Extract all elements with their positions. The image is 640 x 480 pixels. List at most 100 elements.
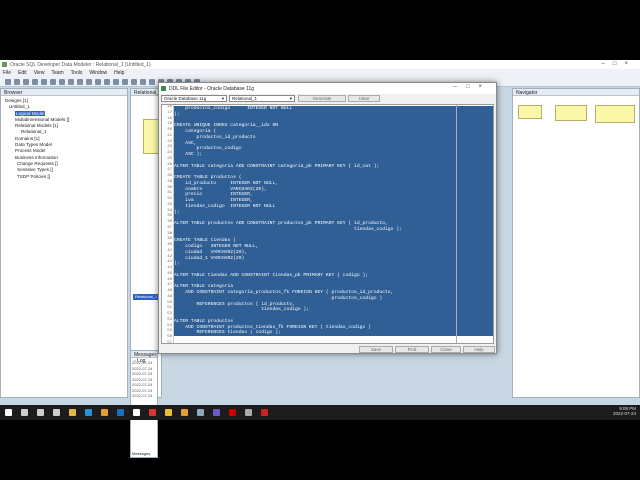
sticky-notes-icon[interactable] bbox=[165, 409, 172, 416]
acrobat-icon[interactable] bbox=[229, 409, 236, 416]
toolbar-button-icon[interactable] bbox=[86, 79, 92, 85]
tree-item-label: Process Model bbox=[15, 148, 46, 154]
tab-relational[interactable]: Relational_1 bbox=[131, 89, 162, 96]
app-icon[interactable] bbox=[197, 409, 204, 416]
toolbar-button-icon[interactable] bbox=[113, 79, 119, 85]
edge-icon[interactable] bbox=[85, 409, 92, 416]
code-area[interactable]: productos_codigo INTEGER NOT NULL); CREAT… bbox=[174, 106, 493, 343]
toolbar-button-icon[interactable] bbox=[131, 79, 137, 85]
log-list: 2022-07-24 2022-07-24 2022-07-24 2022-07-24… bbox=[131, 358, 157, 401]
ddl-icon bbox=[161, 86, 166, 91]
tree-item-label: TSDP Policies [] bbox=[17, 173, 51, 179]
task-view-icon[interactable] bbox=[53, 409, 60, 416]
tab-messages[interactable]: Messages bbox=[132, 451, 150, 456]
tree-item-label: Untitled_1 bbox=[9, 104, 30, 110]
toolbar-button-icon[interactable] bbox=[68, 79, 74, 85]
navigator-entity[interactable] bbox=[555, 105, 587, 121]
cortana-icon[interactable] bbox=[37, 409, 44, 416]
tree-item-label: Data Types Model bbox=[15, 142, 52, 148]
tab-relational-bottom[interactable]: Relational_1 bbox=[133, 294, 161, 300]
messages-log-panel: Messages - Log 2022-07-24 2022-07-24 2022-… bbox=[130, 350, 158, 458]
dialog-window-controls[interactable]: –□× bbox=[454, 84, 491, 90]
find-button[interactable]: Find bbox=[395, 346, 429, 353]
model-select[interactable]: Relational_1 ▾ bbox=[229, 95, 295, 102]
browser-tree: Designs [1] Untitled_1 Logical Model Multid… bbox=[1, 96, 127, 180]
window-title: Oracle SQL Developer Data Modeler : Rela… bbox=[10, 62, 151, 68]
toolbar-button-icon[interactable] bbox=[95, 79, 101, 85]
menu-tools[interactable]: Tools bbox=[71, 70, 83, 77]
generate-button[interactable]: Generate bbox=[298, 95, 346, 102]
menu-edit[interactable]: Edit bbox=[18, 70, 27, 77]
toolbar-button-icon[interactable] bbox=[14, 79, 20, 85]
toolbar-button-icon[interactable] bbox=[104, 79, 110, 85]
opera-icon[interactable] bbox=[261, 409, 268, 416]
taskbar-clock[interactable]: 9:08 PM 2022-07-24 bbox=[613, 406, 636, 416]
menu-help[interactable]: Help bbox=[114, 70, 124, 77]
messages-title: Messages - Log bbox=[131, 351, 157, 364]
window-controls[interactable]: –□× bbox=[602, 61, 636, 67]
window-title-bar: Oracle SQL Developer Data Modeler : Rela… bbox=[0, 60, 640, 69]
navigator-entity[interactable] bbox=[595, 105, 635, 123]
navigator-title: Navigator bbox=[513, 89, 639, 96]
help-button[interactable]: Help bbox=[463, 346, 495, 353]
model-select-value: Relational_1 bbox=[232, 96, 258, 101]
toolbar-button-icon[interactable] bbox=[50, 79, 56, 85]
toolbar-button-icon[interactable] bbox=[77, 79, 83, 85]
file-explorer-icon[interactable] bbox=[69, 409, 76, 416]
chevron-down-icon: ▾ bbox=[221, 96, 224, 101]
outlook-icon[interactable] bbox=[117, 409, 124, 416]
toolbar-button-icon[interactable] bbox=[23, 79, 29, 85]
menu-file[interactable]: File bbox=[3, 70, 11, 77]
line-number: 57 bbox=[167, 340, 172, 344]
tiktok-icon[interactable] bbox=[133, 409, 140, 416]
log-entry: 2022-07-24 bbox=[132, 382, 153, 387]
toolbar-button-icon[interactable] bbox=[122, 79, 128, 85]
tree-item-label: Relational_1 bbox=[21, 129, 47, 135]
tree-item-label: Logical Model bbox=[15, 110, 46, 116]
menu-view[interactable]: View bbox=[34, 70, 45, 77]
menu-window[interactable]: Window bbox=[89, 70, 107, 77]
toolbar-button-icon[interactable] bbox=[149, 79, 155, 85]
ddl-file-editor-dialog: DDL File Editor - Oracle Database 11g –□×… bbox=[158, 82, 497, 354]
tree-item-label: Multidimensional Models [] bbox=[15, 116, 70, 122]
tree-item-label: Designs [1] bbox=[5, 98, 28, 103]
toolbar-button-icon[interactable] bbox=[32, 79, 38, 85]
tree-item-label: Relational Models [1] bbox=[15, 123, 58, 129]
browser-panel: Browser Designs [1] Untitled_1 Logical Mod… bbox=[0, 88, 128, 398]
ddl-code-editor[interactable]: 16 17 18 19 20 21 22 23 24 25 26 27 28 29 30 31 32 33 34 35… bbox=[161, 104, 494, 344]
search-icon[interactable] bbox=[21, 409, 28, 416]
app-icon bbox=[2, 62, 7, 67]
tree-item-label: Sensitive Types [] bbox=[17, 167, 53, 173]
toolbar-button-icon[interactable] bbox=[59, 79, 65, 85]
navigator-entity[interactable] bbox=[518, 105, 542, 119]
tree-item[interactable]: TSDP Policies [] bbox=[5, 174, 127, 180]
dialog-title-bar: DDL File Editor - Oracle Database 11g –□× bbox=[159, 83, 496, 94]
teams-icon[interactable] bbox=[213, 409, 220, 416]
menu-bar: File Edit View Team Tools Window Help bbox=[0, 69, 640, 77]
close-button[interactable]: Close bbox=[431, 346, 461, 353]
dialog-title: DDL File Editor - Oracle Database 11g bbox=[169, 86, 255, 92]
taskbar bbox=[0, 405, 640, 420]
chevron-down-icon: ▾ bbox=[289, 96, 292, 101]
sql-developer-icon[interactable] bbox=[245, 409, 252, 416]
clear-button[interactable]: Clear bbox=[348, 95, 380, 102]
toolbar-button-icon[interactable] bbox=[140, 79, 146, 85]
print-margin-line bbox=[456, 105, 457, 343]
database-select-value: Oracle Database 11g bbox=[164, 96, 207, 101]
start-icon[interactable] bbox=[5, 409, 12, 416]
chrome-icon[interactable] bbox=[101, 409, 108, 416]
toolbar-button-icon[interactable] bbox=[41, 79, 47, 85]
chrome-profile-icon[interactable] bbox=[181, 409, 188, 416]
toolbar-button-icon[interactable] bbox=[5, 79, 11, 85]
app-icon[interactable] bbox=[149, 409, 156, 416]
save-button[interactable]: Save bbox=[359, 346, 393, 353]
menu-team[interactable]: Team bbox=[51, 70, 63, 77]
log-entry: 2022-07-24 bbox=[132, 371, 153, 376]
line-number-gutter: 16 17 18 19 20 21 22 23 24 25 26 27 28 29 30 31 32 33 34 35… bbox=[162, 105, 174, 344]
navigator-panel: Navigator bbox=[512, 88, 640, 398]
tree-item-label: Domains [1] bbox=[15, 135, 40, 141]
database-select[interactable]: Oracle Database 11g ▾ bbox=[161, 95, 227, 102]
tree-item-label: Business Information bbox=[15, 154, 58, 160]
tree-item-label: Change Requests [] bbox=[17, 160, 58, 166]
